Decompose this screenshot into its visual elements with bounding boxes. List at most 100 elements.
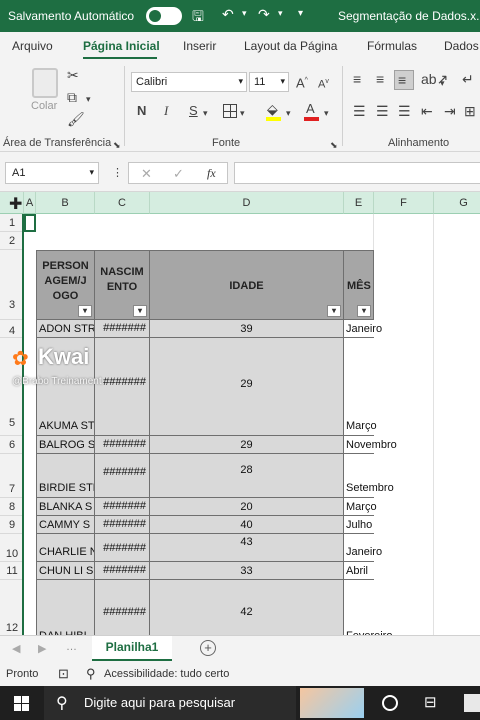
macro-record-icon[interactable]: ⊡ xyxy=(58,666,69,682)
align-top-icon[interactable]: ≡ xyxy=(353,72,361,86)
filter-dropdown-icon[interactable]: ▾ xyxy=(327,305,341,317)
align-center-icon[interactable]: ☰ xyxy=(376,104,389,118)
cell-name[interactable]: CHARLIE N xyxy=(36,534,95,562)
decrease-font-icon[interactable]: Av xyxy=(318,75,329,92)
cell-age[interactable]: 33 xyxy=(150,562,344,580)
row-header-6[interactable]: 6 xyxy=(0,436,24,454)
selected-cell-a1[interactable] xyxy=(24,214,36,232)
header-idade[interactable]: IDADE ▾ xyxy=(150,250,344,320)
cell-month[interactable]: Março xyxy=(344,338,377,436)
more-options-icon[interactable]: ⋮ xyxy=(112,166,123,180)
cancel-icon[interactable]: ✕ xyxy=(141,166,152,182)
font-size-box[interactable]: 11 ▾ xyxy=(249,72,289,92)
header-mes[interactable]: MÊS ▾ xyxy=(344,250,374,320)
filter-dropdown-icon[interactable]: ▾ xyxy=(78,305,92,317)
row-header-11[interactable]: 11 xyxy=(0,562,24,580)
cell-month[interactable]: Abril xyxy=(344,562,374,580)
task-view-icon[interactable]: ⊟ xyxy=(424,693,437,711)
column-header-d[interactable]: D xyxy=(150,192,344,214)
decrease-indent-icon[interactable]: ⇤ xyxy=(421,104,433,118)
cell-name[interactable]: CHUN LI S xyxy=(36,562,95,580)
align-left-icon[interactable]: ☰ xyxy=(353,104,366,118)
format-painter-icon[interactable]: 🖌 xyxy=(67,112,85,126)
filter-dropdown-icon[interactable]: ▾ xyxy=(357,305,371,317)
orientation-dropdown-icon[interactable]: ▾ xyxy=(440,76,445,90)
quick-access-more-icon[interactable]: ▾ xyxy=(298,8,303,19)
cell-birth[interactable]: ####### xyxy=(95,562,150,580)
font-color-dropdown-icon[interactable]: ▾ xyxy=(324,106,329,120)
cortana-icon[interactable] xyxy=(382,695,398,711)
tab-dados[interactable]: Dados xyxy=(444,39,479,53)
tab-arquivo[interactable]: Arquivo xyxy=(12,39,53,53)
undo-icon[interactable]: ↶ xyxy=(222,6,234,23)
fill-color-icon[interactable]: ⬙ xyxy=(267,102,278,116)
paste-icon[interactable] xyxy=(32,68,58,98)
cell-month[interactable]: Março xyxy=(344,498,377,516)
cut-icon[interactable]: ✂ xyxy=(67,68,79,82)
underline-button[interactable]: S xyxy=(189,104,198,118)
cell-birth[interactable]: ####### xyxy=(95,580,150,635)
wrap-text-icon[interactable]: ↵ xyxy=(462,72,474,86)
cell-month[interactable]: Janeiro xyxy=(344,320,382,338)
redo-icon[interactable]: ↷ xyxy=(258,6,270,23)
underline-dropdown-icon[interactable]: ▾ xyxy=(203,106,208,120)
cell-age[interactable]: 28 xyxy=(150,454,344,498)
cell-month[interactable]: Fevereiro xyxy=(344,580,392,635)
search-highlight-image[interactable] xyxy=(300,688,364,718)
cell-name[interactable]: BALROG S xyxy=(36,436,95,454)
increase-indent-icon[interactable]: ⇥ xyxy=(444,104,456,118)
cell-birth[interactable]: ####### xyxy=(95,338,150,436)
cell-month[interactable]: Janeiro xyxy=(344,534,382,562)
cell-age[interactable]: 20 xyxy=(150,498,344,516)
cell-birth[interactable]: ####### xyxy=(95,534,150,562)
cell-age[interactable]: 39 xyxy=(150,320,344,338)
row-header-8[interactable]: 8 xyxy=(0,498,24,516)
column-header-g[interactable]: G xyxy=(434,192,480,214)
sheet-more-icon[interactable]: … xyxy=(66,641,77,653)
cell-age[interactable]: 29 xyxy=(150,436,344,454)
copy-dropdown-icon[interactable]: ▾ xyxy=(86,92,91,106)
undo-dropdown-icon[interactable]: ▾ xyxy=(242,8,247,19)
align-right-icon[interactable]: ☰ xyxy=(398,104,411,118)
italic-button[interactable]: I xyxy=(164,104,168,118)
cell-month[interactable]: Novembro xyxy=(344,436,397,454)
column-header-e[interactable]: E xyxy=(344,192,374,214)
clipboard-launcher-icon[interactable]: ⬊ xyxy=(113,138,121,152)
accessibility-icon[interactable]: ⚲ xyxy=(86,666,96,682)
header-personagem[interactable]: PERSON AGEM/J OGO ▾ xyxy=(36,250,95,320)
scroll-right-icon[interactable]: ▶ xyxy=(38,642,46,655)
cell-month[interactable]: Setembro xyxy=(344,454,394,498)
formula-input[interactable] xyxy=(234,162,480,184)
font-launcher-icon[interactable]: ⬊ xyxy=(330,138,338,152)
row-header-4[interactable]: 4 xyxy=(0,320,24,338)
sheet-tab-planilha1[interactable]: Planilha1 xyxy=(92,636,172,661)
row-header-3[interactable]: 3 xyxy=(0,250,24,320)
row-header-9[interactable]: 9 xyxy=(0,516,24,534)
tab-formulas[interactable]: Fórmulas xyxy=(367,39,417,53)
select-all-corner[interactable]: ✚ xyxy=(0,192,24,214)
column-header-b[interactable]: B xyxy=(36,192,95,214)
column-header-f[interactable]: F xyxy=(374,192,434,214)
align-middle-icon[interactable]: ≡ xyxy=(376,72,384,86)
tab-inserir[interactable]: Inserir xyxy=(183,39,216,53)
filter-dropdown-icon[interactable]: ▾ xyxy=(133,305,147,317)
tab-layout[interactable]: Layout da Página xyxy=(244,39,337,53)
cell-name[interactable]: BIRDIE STR xyxy=(36,454,95,498)
font-name-box[interactable]: Calibri ▾ xyxy=(131,72,247,92)
save-icon[interactable]: 🖫 xyxy=(192,6,204,30)
cell-birth[interactable]: ####### xyxy=(95,498,150,516)
fill-dropdown-icon[interactable]: ▾ xyxy=(286,106,291,120)
autosave-toggle[interactable] xyxy=(146,7,182,25)
cell-name[interactable]: BLANKA S xyxy=(36,498,95,516)
header-nascimento[interactable]: NASCIM ENTO ▾ xyxy=(95,250,150,320)
column-header-c[interactable]: C xyxy=(95,192,150,214)
row-header-2[interactable]: 2 xyxy=(0,232,24,250)
cell-name[interactable]: ADON STR xyxy=(36,320,95,338)
row-header-10[interactable]: 10 xyxy=(0,534,24,562)
borders-icon[interactable] xyxy=(223,104,237,118)
worksheet[interactable]: ✚ A B C D E F G 1 2 3 4 5 6 7 8 9 10 11 … xyxy=(0,192,480,635)
cell-month[interactable]: Julho xyxy=(344,516,374,534)
increase-font-icon[interactable]: A^ xyxy=(296,74,308,90)
cell-name[interactable]: CAMMY S xyxy=(36,516,95,534)
cell-age[interactable]: 43 xyxy=(150,534,344,562)
